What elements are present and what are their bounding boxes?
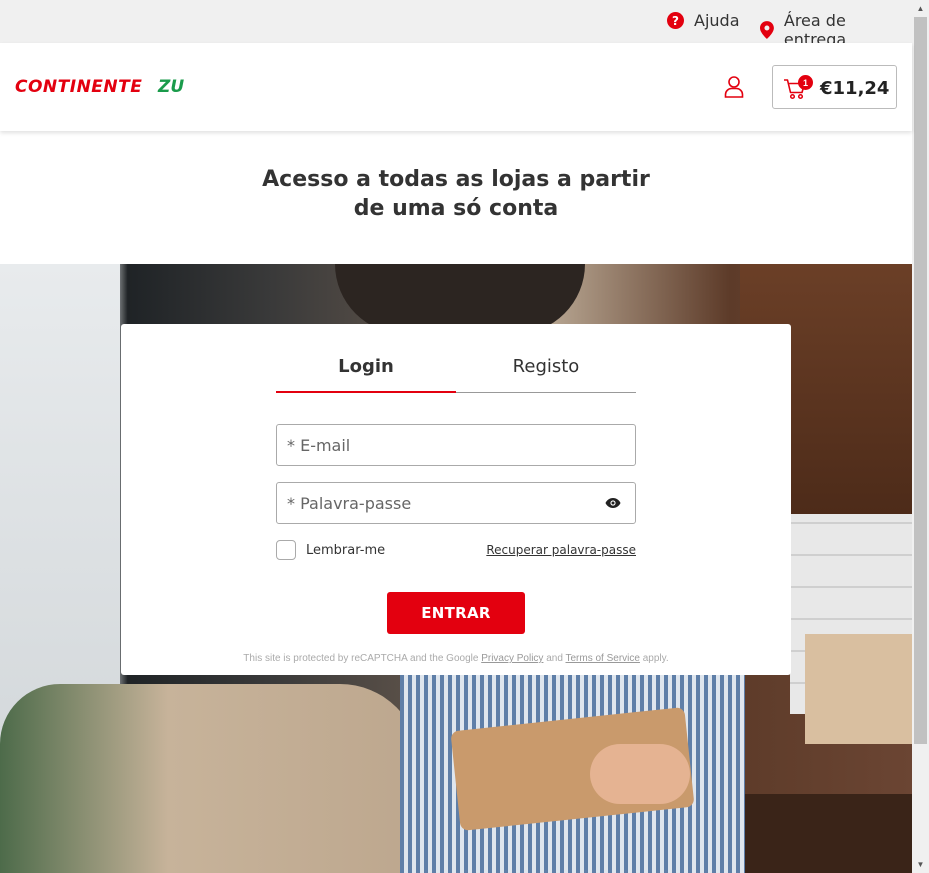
recaptcha-notice: This site is protected by reCAPTCHA and … — [121, 653, 791, 664]
eye-icon[interactable] — [605, 497, 621, 509]
cart-button[interactable]: 1 €11,24 — [772, 65, 897, 109]
site-header: CONTINENTE ZU 1 €11,24 — [0, 43, 912, 131]
terms-of-service-link[interactable]: Terms of Service — [566, 653, 640, 664]
remember-me-checkbox[interactable] — [276, 540, 296, 560]
help-link[interactable]: ? Ajuda — [667, 11, 740, 30]
utility-bar: ? Ajuda Área de entrega — [0, 0, 912, 49]
page-title: Acesso a todas as lojas a partir de uma … — [0, 165, 912, 223]
tab-register[interactable]: Registo — [456, 356, 636, 393]
email-field — [276, 424, 636, 466]
auth-tabs: Login Registo — [276, 344, 636, 393]
help-icon: ? — [667, 12, 684, 29]
login-submit-button[interactable]: ENTRAR — [387, 592, 525, 634]
hero-person-left — [0, 684, 420, 873]
scroll-down-arrow-icon[interactable]: ▼ — [912, 856, 929, 873]
page-scrollbar[interactable]: ▲ ▼ — [912, 0, 929, 873]
recaptcha-suffix: apply. — [639, 653, 669, 664]
password-field — [276, 482, 636, 524]
page-title-line-1: Acesso a todas as lojas a partir — [262, 167, 650, 192]
recover-password-link[interactable]: Recuperar palavra-passe — [486, 543, 636, 557]
scroll-up-arrow-icon[interactable]: ▲ — [912, 0, 929, 17]
hero-counter — [740, 794, 912, 873]
remember-me-label: Lembrar-me — [306, 542, 386, 558]
privacy-policy-link[interactable]: Privacy Policy — [481, 653, 543, 664]
email-input[interactable] — [277, 425, 635, 465]
password-input[interactable] — [277, 483, 635, 523]
recaptcha-middle: and — [543, 653, 566, 664]
page-title-line-2: de uma só conta — [353, 196, 559, 221]
user-icon[interactable] — [724, 76, 744, 98]
zu-logo[interactable]: ZU — [158, 77, 184, 97]
recaptcha-prefix: This site is protected by reCAPTCHA and … — [243, 653, 482, 664]
scrollbar-thumb[interactable] — [914, 17, 927, 744]
hero-box — [805, 634, 912, 744]
remember-me[interactable]: Lembrar-me — [276, 540, 385, 560]
hero-hand — [590, 744, 690, 804]
cart-total: €11,24 — [820, 78, 890, 99]
help-label: Ajuda — [694, 11, 740, 30]
location-pin-icon — [760, 21, 774, 39]
login-card: Login Registo Lembrar-me Recuperar palav… — [121, 324, 791, 675]
cart-count-badge: 1 — [798, 75, 813, 90]
continente-logo[interactable]: CONTINENTE — [15, 77, 142, 97]
tab-login[interactable]: Login — [276, 356, 456, 393]
